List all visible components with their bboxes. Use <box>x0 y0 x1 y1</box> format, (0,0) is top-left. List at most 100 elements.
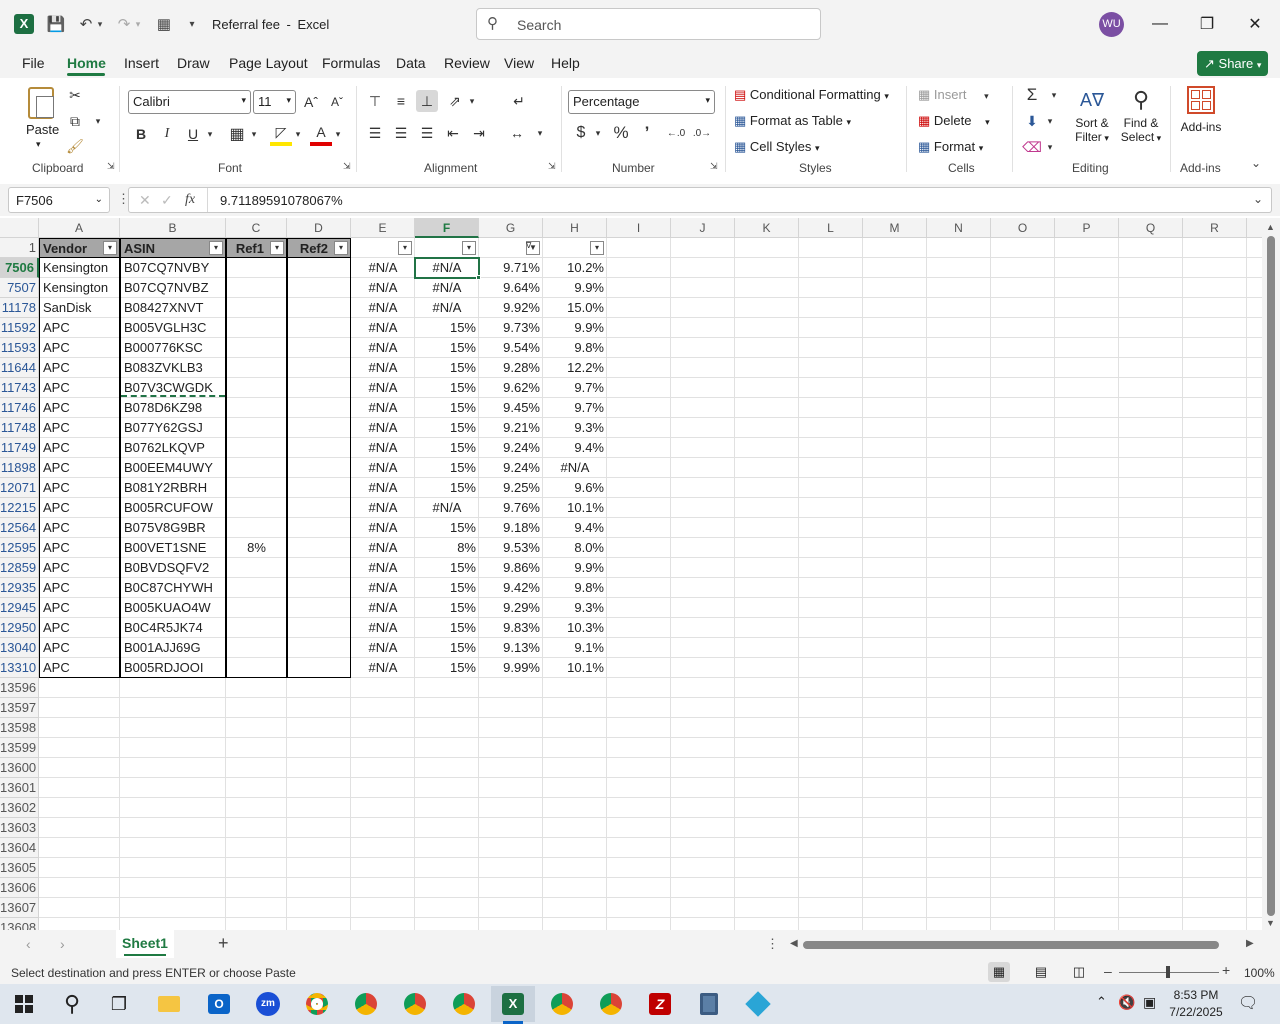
cell-b[interactable]: B0762LKQVP <box>120 438 226 458</box>
cell-b[interactable]: B005KUAO4W <box>120 598 226 618</box>
cell-d[interactable] <box>287 638 351 658</box>
dialog-launcher-icon[interactable]: ⇲ <box>548 161 556 172</box>
filter-dropdown-b[interactable]: ▾ <box>209 241 223 255</box>
customize-toolbar-icon[interactable]: ▾ <box>180 12 204 36</box>
cell-e[interactable]: #N/A <box>351 418 415 438</box>
cell-h[interactable]: 9.9% <box>543 278 607 298</box>
taskbar-search-icon[interactable]: ⚲ <box>50 986 94 1022</box>
cell-g[interactable]: 9.21% <box>479 418 543 438</box>
cell-g[interactable]: 9.29% <box>479 598 543 618</box>
cell-f[interactable]: #N/A <box>415 278 479 298</box>
cell-b[interactable]: B005RCUFOW <box>120 498 226 518</box>
remote-app-icon[interactable] <box>736 986 780 1022</box>
increase-decimal-icon[interactable]: ←.0 <box>664 122 688 144</box>
cell-g[interactable]: 9.62% <box>479 378 543 398</box>
cell-a[interactable]: APC <box>39 458 120 478</box>
cell-c[interactable] <box>226 278 287 298</box>
cell-f[interactable]: 15% <box>415 518 479 538</box>
cell-g[interactable]: 9.64% <box>479 278 543 298</box>
cell-g[interactable]: 9.73% <box>479 318 543 338</box>
fill-handle[interactable] <box>476 275 481 280</box>
cell-c[interactable] <box>226 558 287 578</box>
cell-f[interactable]: 15% <box>415 578 479 598</box>
outlook-icon[interactable]: O <box>197 986 241 1022</box>
format-painter-icon[interactable]: 🖌 <box>64 135 86 157</box>
cell-f[interactable]: 15% <box>415 458 479 478</box>
restore-icon[interactable]: ❐ <box>1184 8 1230 40</box>
decrease-indent-icon[interactable]: ⇤ <box>442 122 464 144</box>
cell-d[interactable] <box>287 278 351 298</box>
tab-home[interactable]: Home <box>67 55 106 71</box>
cell-c[interactable] <box>226 658 287 678</box>
enter-icon[interactable]: ✓ <box>161 192 173 209</box>
cell-e[interactable]: #N/A <box>351 538 415 558</box>
cell-h[interactable]: 9.4% <box>543 438 607 458</box>
format-as-table-button[interactable]: ▦ Format as Table ▾ <box>734 110 851 132</box>
cell-e[interactable]: #N/A <box>351 618 415 638</box>
cell-c[interactable] <box>226 518 287 538</box>
cell-b[interactable]: B07CQ7NVBZ <box>120 278 226 298</box>
cell-c[interactable] <box>226 398 287 418</box>
tab-file[interactable]: File <box>22 55 45 71</box>
cell-f[interactable]: 15% <box>415 638 479 658</box>
filter-dropdown-e[interactable]: ▾ <box>398 241 412 255</box>
cell-f[interactable]: 15% <box>415 418 479 438</box>
wrap-text-icon[interactable]: ↵ <box>508 90 530 112</box>
cell-b[interactable]: B005RDJOOI <box>120 658 226 678</box>
cell-b[interactable]: B078D6KZ98 <box>120 398 226 418</box>
filter-dropdown-h[interactable]: ▾ <box>590 241 604 255</box>
cell-h[interactable]: 9.1% <box>543 638 607 658</box>
fill-dropdown-icon[interactable]: ▾ <box>1044 110 1056 132</box>
cell-a[interactable]: APC <box>39 638 120 658</box>
clock[interactable]: 8:53 PM 7/22/2025 <box>1166 987 1226 1021</box>
cell-f[interactable]: 8% <box>415 538 479 558</box>
redo-dropdown-icon[interactable]: ▾ <box>132 12 144 36</box>
minimize-icon[interactable]: — <box>1137 8 1183 40</box>
cell-d[interactable] <box>287 378 351 398</box>
collapse-ribbon-icon[interactable]: ⌄ <box>1251 156 1261 170</box>
fill-color-dropdown-icon[interactable]: ▾ <box>292 122 304 146</box>
cell-e[interactable]: #N/A <box>351 278 415 298</box>
cell-f[interactable]: 15% <box>415 658 479 678</box>
align-center-icon[interactable]: ☰ <box>390 122 412 144</box>
filezilla-icon[interactable]: Z <box>638 986 682 1022</box>
cell-h[interactable]: 12.2% <box>543 358 607 378</box>
zoom-level[interactable]: 100% <box>1244 966 1275 980</box>
scroll-sheets-right-icon[interactable]: › <box>60 936 65 952</box>
cell-d[interactable] <box>287 618 351 638</box>
cell-a[interactable]: APC <box>39 378 120 398</box>
cell-c[interactable] <box>226 418 287 438</box>
cell-g[interactable]: 9.28% <box>479 358 543 378</box>
notifications-icon[interactable]: 🗨 <box>1238 993 1258 1013</box>
cell-a[interactable]: APC <box>39 398 120 418</box>
name-box[interactable]: F7506 ⌄ <box>8 187 110 213</box>
fill-icon[interactable]: ⬇ <box>1020 110 1044 132</box>
cell-a[interactable]: APC <box>39 498 120 518</box>
cell-e[interactable]: #N/A <box>351 438 415 458</box>
cell-b[interactable]: B0C87CHYWH <box>120 578 226 598</box>
cell-c[interactable] <box>226 318 287 338</box>
expand-formula-icon[interactable]: ⌄ <box>1253 192 1263 206</box>
cell-e[interactable]: #N/A <box>351 378 415 398</box>
cell-c[interactable] <box>226 258 287 278</box>
chrome-profile-5-icon[interactable] <box>540 986 584 1022</box>
horizontal-scroll-thumb[interactable] <box>803 941 1219 949</box>
cell-e[interactable]: #N/A <box>351 478 415 498</box>
delete-cells-button[interactable]: ▦ Delete ▾ <box>918 110 990 132</box>
cell-d[interactable] <box>287 318 351 338</box>
filter-dropdown-c[interactable]: ▾ <box>270 241 284 255</box>
cell-f[interactable]: #N/A <box>415 498 479 518</box>
cell-d[interactable] <box>287 338 351 358</box>
cell-b[interactable]: B081Y2RBRH <box>120 478 226 498</box>
cell-h[interactable]: 9.6% <box>543 478 607 498</box>
cell-b[interactable]: B075V8G9BR <box>120 518 226 538</box>
close-icon[interactable]: ✕ <box>1232 8 1278 40</box>
show-hidden-icons-icon[interactable]: ⌃ <box>1096 994 1107 1010</box>
format-cells-button[interactable]: ▦ Format ▾ <box>918 136 983 158</box>
cell-e[interactable]: #N/A <box>351 598 415 618</box>
add-sheet-icon[interactable]: + <box>218 933 229 954</box>
cell-c[interactable] <box>226 298 287 318</box>
cell-f[interactable]: 15% <box>415 338 479 358</box>
merge-dropdown-icon[interactable]: ▾ <box>534 122 546 144</box>
cell-g[interactable]: 9.92% <box>479 298 543 318</box>
